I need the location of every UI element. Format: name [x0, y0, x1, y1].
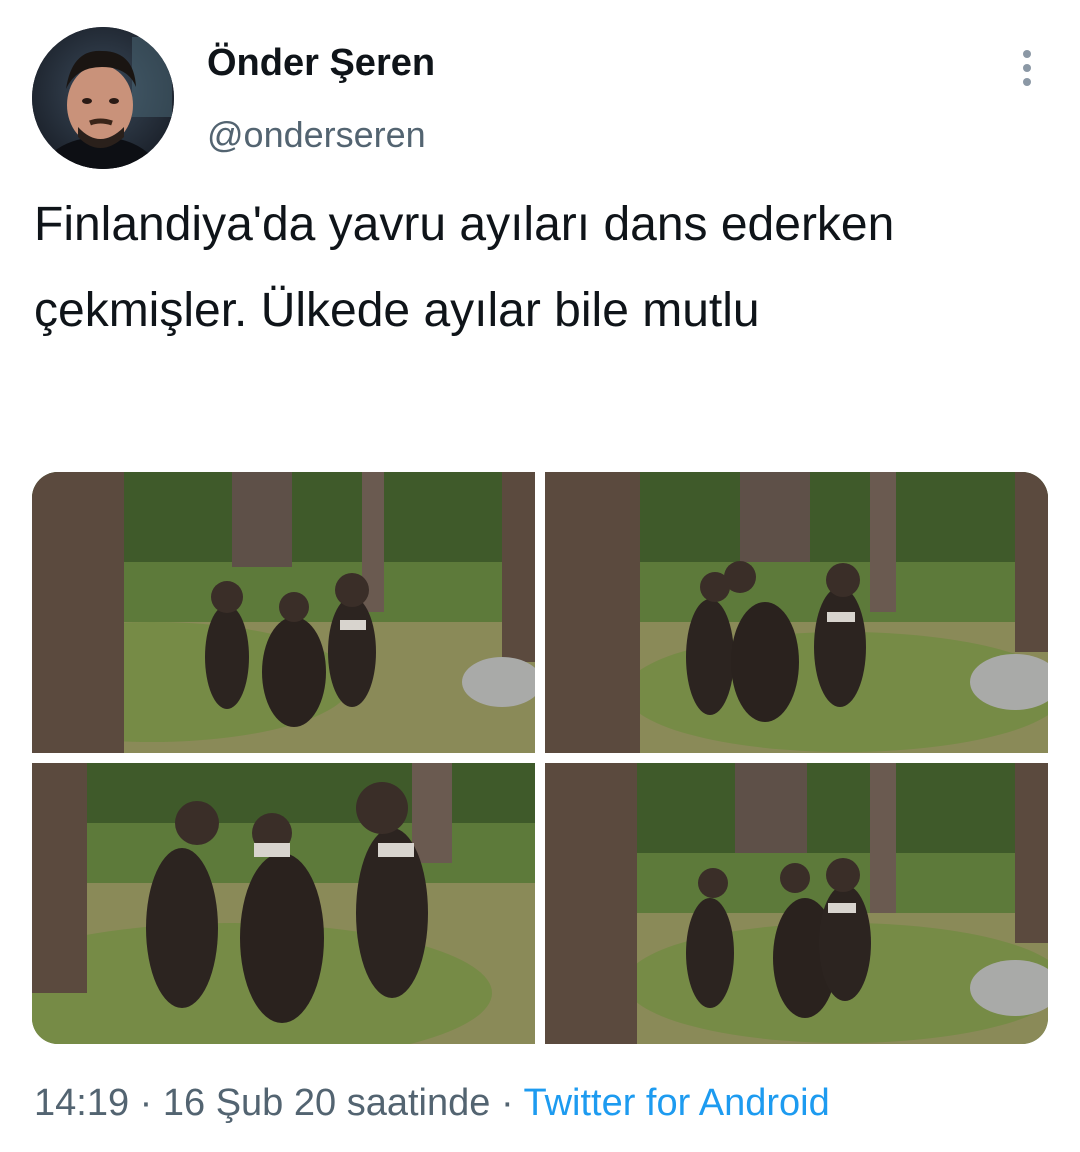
user-avatar-photo	[32, 27, 174, 169]
meta-separator: ·	[500, 1082, 514, 1124]
media-photo-1[interactable]	[32, 472, 535, 753]
tweet-source-link[interactable]: Twitter for Android	[523, 1082, 829, 1124]
bear-cubs-photo-4-image	[545, 763, 1048, 1044]
bear-cubs-photo-3-image	[32, 763, 535, 1044]
bear-cubs-photo-2-image	[545, 472, 1048, 753]
bear-cubs-photo-1-image	[32, 472, 535, 753]
media-grid	[32, 472, 1048, 1044]
more-options-button[interactable]	[1010, 46, 1044, 90]
media-photo-4[interactable]	[545, 763, 1048, 1044]
meta-separator: ·	[139, 1082, 153, 1124]
media-photo-2[interactable]	[545, 472, 1048, 753]
author-avatar[interactable]	[32, 27, 174, 169]
media-photo-3[interactable]	[32, 763, 535, 1044]
tweet-text: Finlandiya'da yavru ayıları dans ederken…	[34, 198, 895, 337]
author-handle[interactable]: @onderseren	[207, 114, 426, 156]
tweet-meta: 14:19 · 16 Şub 20 saatinde · Twitter for…	[34, 1082, 830, 1125]
author-display-name[interactable]: Önder Şeren	[207, 42, 435, 85]
vertical-ellipsis-icon	[1023, 50, 1031, 86]
tweet-time[interactable]: 14:19	[34, 1082, 129, 1124]
tweet-date[interactable]: 16 Şub 20 saatinde	[163, 1082, 491, 1124]
